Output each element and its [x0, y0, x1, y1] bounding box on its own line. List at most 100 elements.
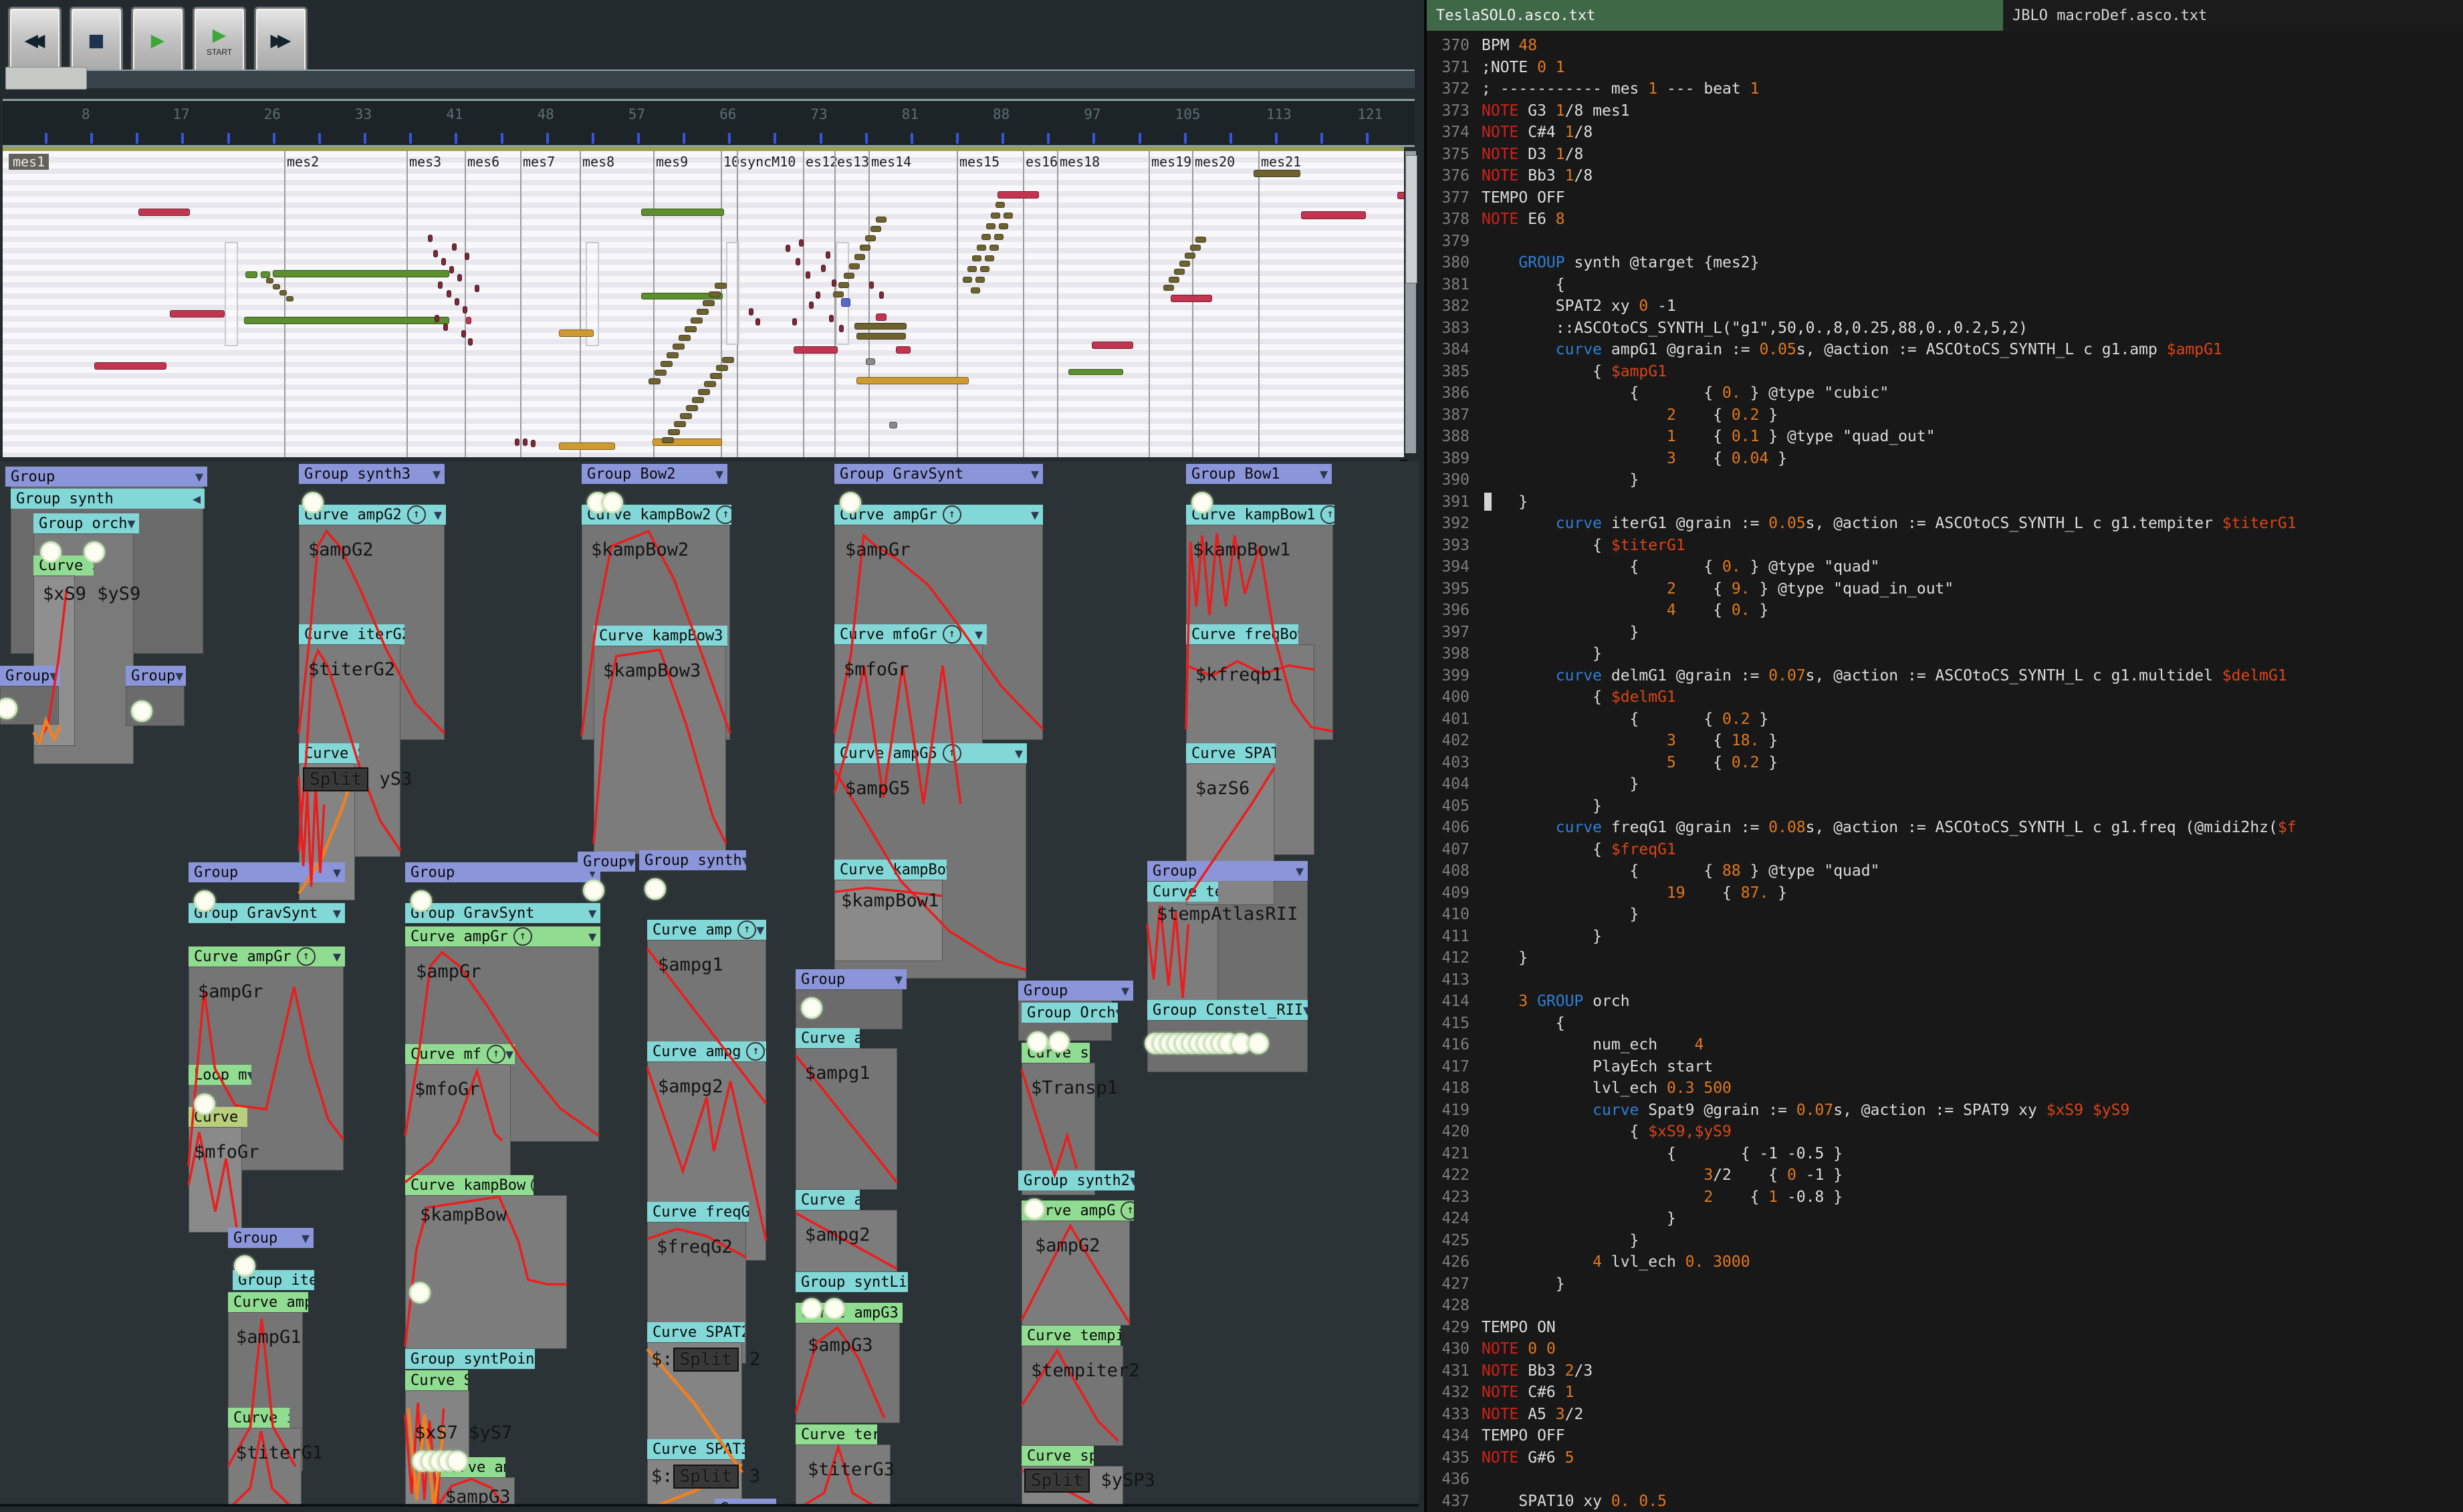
note[interactable]	[531, 440, 536, 447]
group-header-group-orch[interactable]: Group Orch▼	[1022, 1003, 1118, 1023]
note[interactable]	[686, 405, 698, 411]
curve-header-curve-a[interactable]: Curve a▼	[796, 1190, 860, 1210]
collapse-icon[interactable]: ▼	[715, 466, 723, 482]
note[interactable]	[866, 358, 875, 365]
note[interactable]	[668, 429, 680, 435]
note[interactable]	[449, 266, 454, 273]
note[interactable]	[889, 422, 897, 428]
raise-icon[interactable]: ↑	[716, 505, 731, 524]
raise-icon[interactable]: ↑	[1320, 505, 1334, 524]
curve-header-curve-tempit[interactable]: Curve tempit↑▼	[1022, 1326, 1121, 1346]
play-start-button[interactable]: ▶ START	[193, 7, 246, 74]
note[interactable]	[443, 324, 448, 331]
collapse-icon[interactable]: ▼	[1130, 1172, 1135, 1188]
note[interactable]	[465, 253, 469, 260]
note[interactable]	[691, 318, 703, 324]
note[interactable]	[986, 223, 995, 229]
collapse-icon[interactable]: ▼	[742, 852, 746, 868]
connection-port[interactable]	[644, 878, 666, 900]
note[interactable]	[170, 310, 225, 318]
note[interactable]	[1185, 253, 1195, 259]
note[interactable]	[749, 308, 753, 316]
split-button[interactable]: Split	[303, 767, 369, 791]
group-header-group[interactable]: Group▼	[5, 467, 207, 487]
note[interactable]	[1169, 277, 1179, 283]
note[interactable]	[685, 326, 697, 332]
note[interactable]	[879, 291, 884, 299]
connection-port[interactable]	[602, 492, 623, 513]
note[interactable]	[704, 381, 716, 387]
note[interactable]	[559, 443, 615, 450]
beat-ruler[interactable]: 8 17 26 33 41 48 57 66 73 81 88 97 105 113 121	[3, 99, 1415, 147]
connection-port[interactable]	[409, 1282, 431, 1303]
fast-forward-button[interactable]: ▶▶	[254, 7, 308, 74]
curve-header-curve-ter[interactable]: Curve ter↑▼	[796, 1424, 877, 1444]
connection-port[interactable]	[801, 1298, 822, 1319]
note[interactable]	[559, 330, 594, 337]
note[interactable]	[1004, 213, 1013, 219]
curve-header-curve-sp[interactable]: Curve sp▼	[1022, 1446, 1094, 1466]
split-button[interactable]: Split	[1024, 1469, 1090, 1493]
note[interactable]	[698, 389, 710, 395]
group-header-group[interactable]: Group▼	[1018, 981, 1133, 1001]
group-header-group[interactable]: Group▼	[405, 862, 600, 882]
connection-port[interactable]	[801, 997, 822, 1019]
collapse-icon[interactable]: ▼	[756, 922, 764, 938]
note[interactable]	[441, 258, 446, 265]
note[interactable]	[1397, 192, 1404, 199]
note[interactable]	[856, 377, 969, 384]
note[interactable]	[461, 330, 466, 338]
note[interactable]	[865, 235, 876, 241]
collapse-icon[interactable]: ▼	[1296, 863, 1304, 879]
note[interactable]	[649, 378, 661, 384]
raise-icon[interactable]: ↑	[942, 505, 961, 524]
collapse-icon[interactable]: ▼	[764, 1501, 772, 1504]
collapse-icon[interactable]: ▼	[434, 507, 442, 523]
connection-port[interactable]	[194, 890, 215, 912]
note[interactable]	[680, 413, 692, 419]
note[interactable]	[989, 245, 999, 251]
note[interactable]	[447, 290, 451, 297]
raise-icon[interactable]: ↑	[406, 505, 426, 524]
note[interactable]	[841, 298, 850, 307]
note[interactable]	[869, 281, 874, 289]
horizontal-scrollbar-track[interactable]	[87, 70, 1415, 88]
connection-port[interactable]	[447, 1451, 468, 1472]
stop-button[interactable]: ■	[70, 7, 123, 74]
note[interactable]	[839, 325, 844, 332]
note[interactable]	[876, 313, 887, 321]
note[interactable]	[876, 217, 887, 223]
note[interactable]	[844, 273, 854, 279]
note[interactable]	[94, 362, 166, 370]
collapse-icon[interactable]: ▼	[333, 905, 341, 921]
speaker-icon[interactable]: ◀	[193, 491, 201, 507]
split-button[interactable]: Split	[673, 1465, 739, 1489]
note[interactable]	[641, 209, 724, 216]
vertical-scrollbar-handle[interactable]	[1405, 155, 1417, 283]
code-area[interactable]: 370 BPM 48 371 ;NOTE 0 1 372; ----------- me…	[1427, 31, 2463, 1512]
note[interactable]	[655, 370, 667, 376]
collapse-icon[interactable]: ▼	[627, 854, 635, 870]
note[interactable]	[435, 315, 439, 322]
connection-port[interactable]	[410, 890, 432, 912]
note[interactable]	[709, 291, 721, 297]
note[interactable]	[829, 315, 834, 322]
note[interactable]	[662, 437, 674, 443]
collapse-icon[interactable]: ▼	[1121, 983, 1129, 999]
note[interactable]	[1195, 237, 1206, 243]
note[interactable]	[715, 283, 727, 289]
note[interactable]	[838, 282, 849, 288]
note[interactable]	[991, 213, 1000, 219]
note[interactable]	[523, 438, 527, 446]
note[interactable]	[856, 333, 906, 340]
note[interactable]	[975, 277, 985, 283]
collapse-icon[interactable]: ▼	[588, 905, 596, 921]
collapse-icon[interactable]: ▼	[1303, 1002, 1308, 1018]
note[interactable]	[860, 245, 870, 251]
raise-icon[interactable]: ↑	[1121, 1201, 1134, 1220]
editor-tab-2[interactable]: JBLO macroDef.asco.txt	[2003, 0, 2216, 31]
note[interactable]	[995, 202, 1005, 208]
note[interactable]	[1163, 285, 1174, 291]
note[interactable]	[999, 223, 1008, 229]
note[interactable]	[963, 277, 972, 283]
